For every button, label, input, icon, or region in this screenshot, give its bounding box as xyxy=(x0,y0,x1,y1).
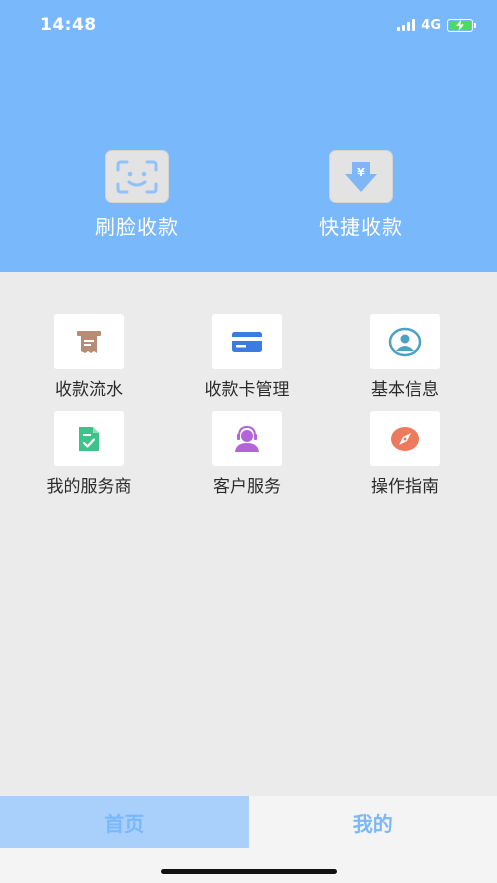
user-profile-icon xyxy=(370,314,440,369)
svg-text:¥: ¥ xyxy=(357,166,365,179)
quick-pay-label: 快捷收款 xyxy=(319,215,403,239)
menu-item-label: 基本信息 xyxy=(371,380,439,400)
menu-item-card-management[interactable]: 收款卡管理 xyxy=(182,314,312,400)
face-pay-button[interactable]: 刷脸收款 xyxy=(57,150,217,240)
menu-item-label: 操作指南 xyxy=(371,477,439,497)
compass-icon xyxy=(370,411,440,466)
tab-mine[interactable]: 我的 xyxy=(248,796,497,848)
battery-charging-icon xyxy=(447,18,476,32)
network-type: 4G xyxy=(421,17,441,33)
status-time: 14:48 xyxy=(40,15,97,35)
checked-document-icon xyxy=(54,411,124,466)
signal-bars-icon xyxy=(397,19,416,31)
tab-bar: 首页 我的 xyxy=(0,796,497,848)
menu-item-payment-records[interactable]: 收款流水 xyxy=(24,314,154,400)
menu-item-label: 收款流水 xyxy=(55,380,123,400)
header-banner: 14:48 4G 刷脸收款 ¥ 快捷收款 xyxy=(0,0,497,272)
menu-item-user-guide[interactable]: 操作指南 xyxy=(340,411,470,497)
home-indicator xyxy=(161,869,337,874)
customer-service-icon xyxy=(212,411,282,466)
tab-home[interactable]: 首页 xyxy=(0,796,249,848)
bank-card-icon xyxy=(212,314,282,369)
yuan-download-icon: ¥ xyxy=(329,150,393,203)
menu-item-label: 客户服务 xyxy=(213,477,281,497)
status-icons: 4G xyxy=(397,17,476,33)
bottom-safe-area xyxy=(0,848,497,883)
quick-pay-button[interactable]: ¥ 快捷收款 xyxy=(281,150,441,240)
status-bar: 14:48 4G xyxy=(0,0,497,50)
face-scan-icon xyxy=(105,150,169,203)
menu-item-label: 收款卡管理 xyxy=(204,380,290,400)
menu-item-service-provider[interactable]: 我的服务商 xyxy=(24,411,154,497)
menu-item-label: 我的服务商 xyxy=(46,477,132,497)
receipt-printer-icon xyxy=(54,314,124,369)
menu-item-customer-service[interactable]: 客户服务 xyxy=(182,411,312,497)
menu-item-basic-info[interactable]: 基本信息 xyxy=(340,314,470,400)
face-pay-label: 刷脸收款 xyxy=(95,215,179,239)
